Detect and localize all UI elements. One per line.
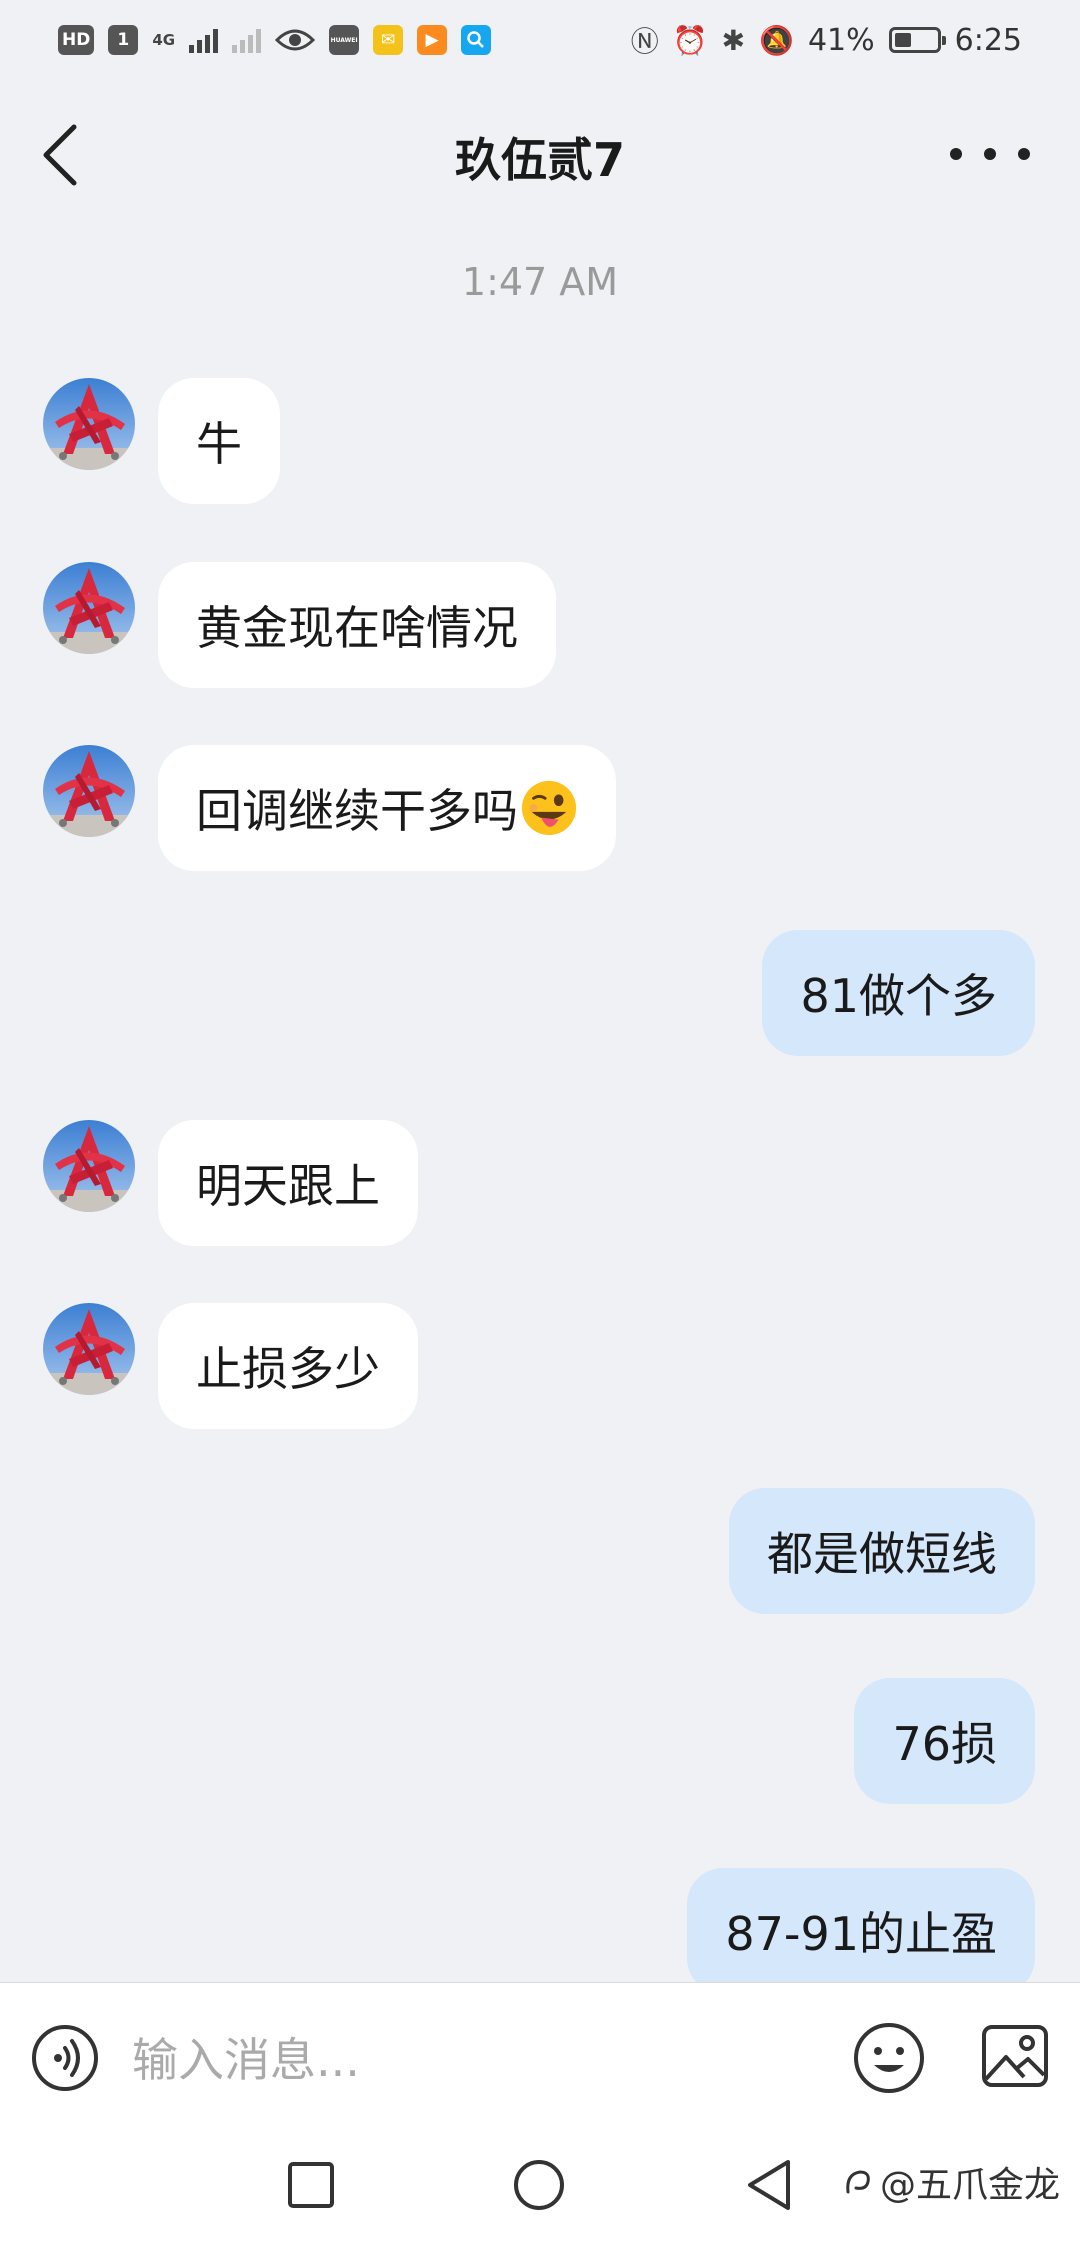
message-text: 牛 [196, 417, 242, 471]
status-bar: HD 1 4G HUAWEI ✉ ▶ Ⓝ ⏰ ✱ 🔕 41% 6:25 [0, 0, 1080, 80]
mail-icon: ✉ [373, 25, 404, 55]
watermark: @五爪金龙 [840, 2156, 1060, 2208]
signal-icon [189, 27, 219, 53]
message-row: 止损多少 [0, 1303, 1080, 1433]
winking-tongue-face-emoji [520, 779, 578, 837]
battery-fill [894, 33, 912, 47]
message-row: 明天跟上 [0, 1120, 1080, 1250]
search-app-icon [461, 25, 492, 55]
outgoing-message-bubble[interactable]: 76损 [854, 1678, 1035, 1804]
contact-avatar[interactable] [43, 1120, 135, 1212]
battery-icon [888, 27, 946, 53]
huawei-app-icon: HUAWEI [329, 25, 360, 55]
more-button[interactable] [950, 134, 1030, 174]
nfc-icon: Ⓝ [630, 25, 659, 58]
message-text: 止损多少 [196, 1342, 380, 1396]
message-text: 黄金现在啥情况 [196, 601, 518, 655]
message-row: 都是做短线 [0, 1488, 1080, 1618]
message-row: 黄金现在啥情况 [0, 562, 1080, 692]
outgoing-message-bubble[interactable]: 81做个多 [762, 930, 1035, 1056]
message-row: 87-91的止盈 [0, 1868, 1080, 1998]
contact-avatar[interactable] [43, 562, 135, 654]
nav-home-icon [514, 2160, 564, 2210]
image-icon [982, 2025, 1048, 2087]
watermark-text: @五爪金龙 [880, 2165, 1061, 2206]
incoming-message-bubble[interactable]: 牛 [158, 378, 280, 504]
input-bar [0, 1982, 1080, 2137]
incoming-message-bubble[interactable]: 明天跟上 [158, 1120, 418, 1246]
outgoing-message-bubble[interactable]: 都是做短线 [729, 1488, 1035, 1614]
message-row: 牛 [0, 378, 1080, 508]
battery-percent: 41% [807, 22, 875, 58]
video-app-icon: ▶ [417, 25, 448, 55]
message-text: 明天跟上 [196, 1159, 380, 1213]
nav-recents-icon [288, 2162, 334, 2208]
more-dot [984, 148, 996, 160]
image-button[interactable] [980, 2021, 1050, 2091]
clock: 6:25 [954, 22, 1022, 58]
nav-home-button[interactable] [512, 2158, 566, 2212]
status-left: HD 1 4G HUAWEI ✉ ▶ [58, 25, 492, 55]
nav-back-button[interactable] [744, 2158, 794, 2212]
bluetooth-icon: ✱ [721, 23, 746, 57]
hd-badge: HD [58, 25, 95, 55]
voice-icon [32, 2025, 98, 2091]
mute-icon: 🔕 [759, 23, 794, 57]
contact-avatar[interactable] [43, 1303, 135, 1395]
message-text: 都是做短线 [767, 1527, 997, 1581]
incoming-message-bubble[interactable]: 黄金现在啥情况 [158, 562, 556, 688]
message-text: 81做个多 [800, 969, 997, 1023]
message-text: 87-91的止盈 [725, 1907, 997, 1961]
message-input[interactable] [130, 2018, 814, 2102]
more-dots-icon [950, 148, 962, 160]
more-dot [1018, 148, 1030, 160]
watermark-logo-icon [846, 2170, 870, 2194]
voice-button[interactable] [30, 2023, 100, 2093]
incoming-message-bubble[interactable]: 止损多少 [158, 1303, 418, 1429]
message-text: 76损 [892, 1717, 997, 1771]
message-row: 回调继续干多吗 [0, 745, 1080, 875]
system-nav-bar: @五爪金龙 [0, 2136, 1080, 2244]
chat-header: 玖伍贰7 [0, 80, 1080, 230]
sim-badge: 1 [108, 25, 139, 55]
message-text: 回调继续干多吗 [196, 784, 518, 838]
emoji-icon [854, 2023, 924, 2093]
nav-recents-button[interactable] [286, 2160, 336, 2210]
network-label: 4G [152, 31, 176, 49]
message-row: 76损 [0, 1678, 1080, 1808]
message-row: 81做个多 [0, 930, 1080, 1060]
contact-avatar[interactable] [43, 745, 135, 837]
message-timestamp: 1:47 AM [461, 260, 619, 304]
emoji-button[interactable] [852, 2021, 926, 2095]
incoming-message-bubble[interactable]: 回调继续干多吗 [158, 745, 616, 871]
alarm-icon: ⏰ [672, 23, 708, 57]
signal-2-icon [232, 27, 262, 53]
nav-back-icon [748, 2160, 790, 2210]
chat-title: 玖伍贰7 [454, 133, 625, 187]
status-right: Ⓝ ⏰ ✱ 🔕 41% 6:25 [631, 20, 1022, 60]
contact-avatar[interactable] [43, 378, 135, 470]
eye-icon [275, 29, 316, 51]
outgoing-message-bubble[interactable]: 87-91的止盈 [687, 1868, 1035, 1994]
